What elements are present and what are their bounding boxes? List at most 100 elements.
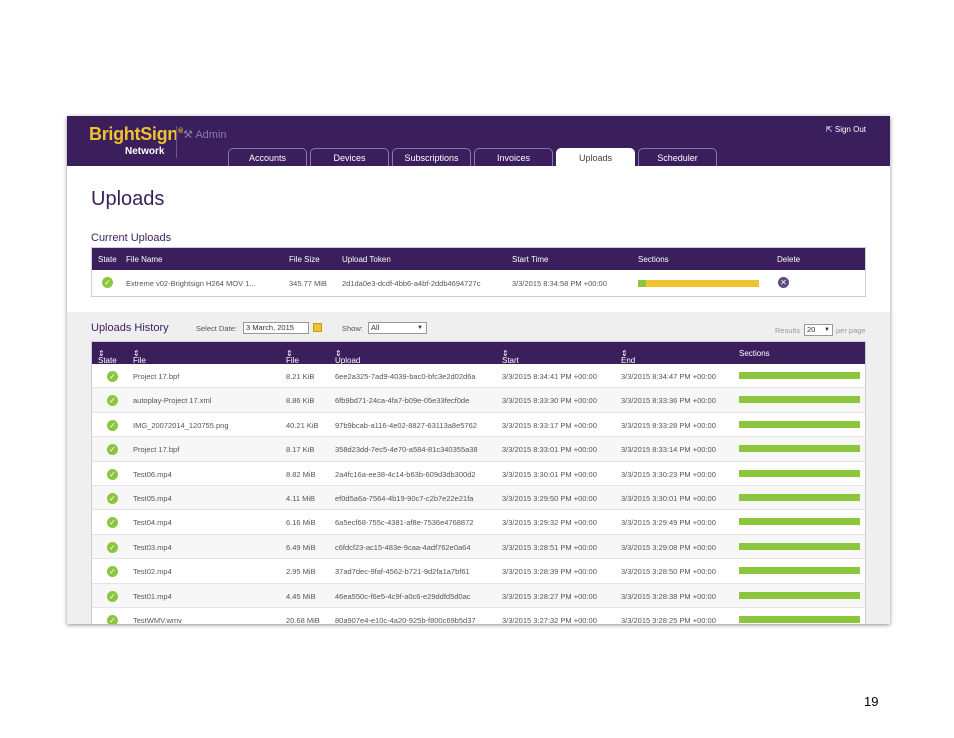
network-label: Network [125,146,165,157]
table-row: ✓ Test03.mp4 6.49 MiB c6fdcf23-ac15-483e-9c… [92,534,865,560]
file-name: Extreme v02-Brightsign H264 MOV 1... [126,279,256,288]
sections-progress-bar [739,615,860,623]
delete-icon[interactable]: ✕ [778,277,789,288]
check-icon: ✓ [107,614,118,624]
tab-accounts[interactable]: Accounts [228,148,307,166]
sections-progress-bar [739,469,860,477]
file-size: 4.45 MiB [286,591,316,601]
end-time: 3/3/2015 3:28:38 PM +00:00 [621,591,716,601]
sections-progress-bar [739,567,860,575]
page-title: Uploads [91,188,165,210]
end-time: 3/3/2015 8:33:28 PM +00:00 [621,420,716,430]
table-row: ✓ Test06.mp4 8.82 MiB 2a4fc16a-ee38-4c14-b6… [92,462,865,486]
start-time: 3/3/2015 8:33:17 PM +00:00 [502,420,597,430]
file-name: Test03.mp4 [133,542,172,552]
file-name: Project 17.bpf [133,372,180,381]
sections-progress-bar [739,542,860,550]
app-header: BrightSign® Network ⚒ Admin ⇱ Sign Out A… [67,116,890,166]
col-sections: Sections [739,349,770,358]
table-row: ✓ IMG_20072014_120755.png 40.21 KiB 97b9bca… [92,413,865,438]
check-icon: ✓ [107,590,118,602]
col-start-time: Start Time [512,255,549,264]
check-icon: ✓ [107,419,118,431]
file-name: Test01.mp4 [133,591,172,601]
admin-text: Admin [195,129,227,141]
results-label: Results [775,326,801,335]
date-input[interactable]: 3 March, 2015 [243,322,309,334]
start-time: 3/3/2015 8:34:41 PM +00:00 [502,372,597,381]
sections-progress-bar [739,396,860,404]
tab-invoices[interactable]: Invoices [474,148,553,166]
col-upload-token[interactable]: Upload Token ⇕ [335,349,360,374]
file-name: IMG_20072014_120755.png [133,420,229,430]
start-time: 3/3/2015 8:33:30 PM +00:00 [502,396,597,406]
sign-out-icon: ⇱ [825,125,833,134]
end-time: 3/3/2015 3:29:08 PM +00:00 [621,542,716,552]
file-size: 20.68 MiB [286,615,320,624]
main-tabs: Accounts Devices Subscriptions Invoices … [228,148,717,166]
table-row: ✓ Test04.mp4 6.16 MiB 6a5ecf68-755c-4381-af… [92,510,865,535]
col-delete: Delete [777,255,801,264]
show-select[interactable]: All ▼ [368,322,427,334]
upload-token: 80a907e4-e10c-4a20-925b-f800c69b5d37 [335,615,476,624]
upload-token: ef0d5a6a-7564-4b19-90c7-c2b7e22e21fa [335,493,474,503]
results-select[interactable]: 20 ▼ [804,324,833,336]
end-time: 3/3/2015 3:30:23 PM +00:00 [621,469,716,479]
uploads-history-title: Uploads History [91,322,169,334]
show-select-value: All [371,323,380,332]
file-name: Project 17.bpf [133,445,180,455]
end-time: 3/3/2015 8:33:14 PM +00:00 [621,445,716,455]
results-select-value: 20 [807,325,816,334]
upload-token: 358d23dd-7ec5-4e70-a584-81c340355a38 [335,445,478,455]
col-file-name[interactable]: File Name ⇕ [133,349,154,374]
upload-token: 46ea550c-f6e5-4c9f-a0c6-e29ddfd5d0ac [335,591,471,601]
col-state[interactable]: State ⇕ [98,349,117,365]
start-time: 3/3/2015 3:28:27 PM +00:00 [502,591,597,601]
upload-token: 6ee2a325-7ad9-4039-bac0-bfc3e2d02d6a [335,372,476,381]
end-time: 3/3/2015 3:28:25 PM +00:00 [621,615,716,624]
start-time: 3/3/2015 8:33:01 PM +00:00 [502,445,597,455]
start-time: 3/3/2015 3:29:32 PM +00:00 [502,518,597,528]
file-size: 8.82 MiB [286,469,316,479]
table-row: ✓ Test05.mp4 4.11 MiB ef0d5a6a-7564-4b19-90… [92,485,865,511]
check-icon: ✓ [107,371,118,382]
uploads-history-table: State ⇕ File Name ⇕ File Size ⇕ Upload T… [91,341,866,624]
file-name: Test05.mp4 [133,493,172,503]
start-time: 3/3/2015 3:27:32 PM +00:00 [502,615,597,624]
col-sections: Sections [638,255,669,264]
file-size: 6.16 MiB [286,518,316,528]
file-name: Test06.mp4 [133,469,172,479]
upload-token: c6fdcf23-ac15-483e-9caa-4adf762e0a64 [335,542,471,552]
calendar-icon[interactable] [313,323,322,332]
start-time: 3/3/2015 3:28:51 PM +00:00 [502,542,597,552]
logo-text: BrightSign [89,124,178,144]
per-page-label: per page [836,326,866,335]
history-header: State ⇕ File Name ⇕ File Size ⇕ Upload T… [92,342,865,374]
current-uploads-header: State File Name File Size Upload Token S… [92,248,865,270]
col-end-time[interactable]: End Time ⇕ [621,349,638,374]
upload-token: 2d1da0e3-dcdf-4bb6-a4bf-2ddb4694727c [342,279,481,288]
sections-progress-bar [739,493,860,501]
tab-scheduler[interactable]: Scheduler [638,148,717,166]
sections-progress-fill [638,280,647,287]
col-file-size[interactable]: File Size ⇕ [286,349,302,374]
file-size: 40.21 KiB [286,420,319,430]
col-start-time[interactable]: Start Time ⇕ [502,349,519,374]
sections-progress-bar [739,372,860,379]
tab-devices[interactable]: Devices [310,148,389,166]
end-time: 3/3/2015 3:28:50 PM +00:00 [621,567,716,577]
file-size: 345.77 MiB [289,279,327,288]
current-uploads-title: Current Uploads [91,232,172,244]
select-date-label: Select Date: [196,324,237,333]
table-row: ✓ Project 17.bpf 8.17 KiB 358d23dd-7ec5-4e7… [92,437,865,462]
current-upload-row: ✓ Extreme v02-Brightsign H264 MOV 1... 3… [92,270,865,296]
tools-icon: ⚒ [183,129,193,141]
file-size: 6.49 MiB [286,542,316,552]
tab-subscriptions[interactable]: Subscriptions [392,148,471,166]
check-icon: ✓ [107,517,118,529]
sign-out-link[interactable]: ⇱ Sign Out [826,125,866,134]
col-state: State [98,255,117,264]
history-rows: ✓ Project 17.bpf 8.21 KiB 6ee2a325-7ad9-403… [92,364,865,624]
tab-uploads[interactable]: Uploads [556,148,635,166]
brightsign-logo[interactable]: BrightSign® [89,124,183,145]
